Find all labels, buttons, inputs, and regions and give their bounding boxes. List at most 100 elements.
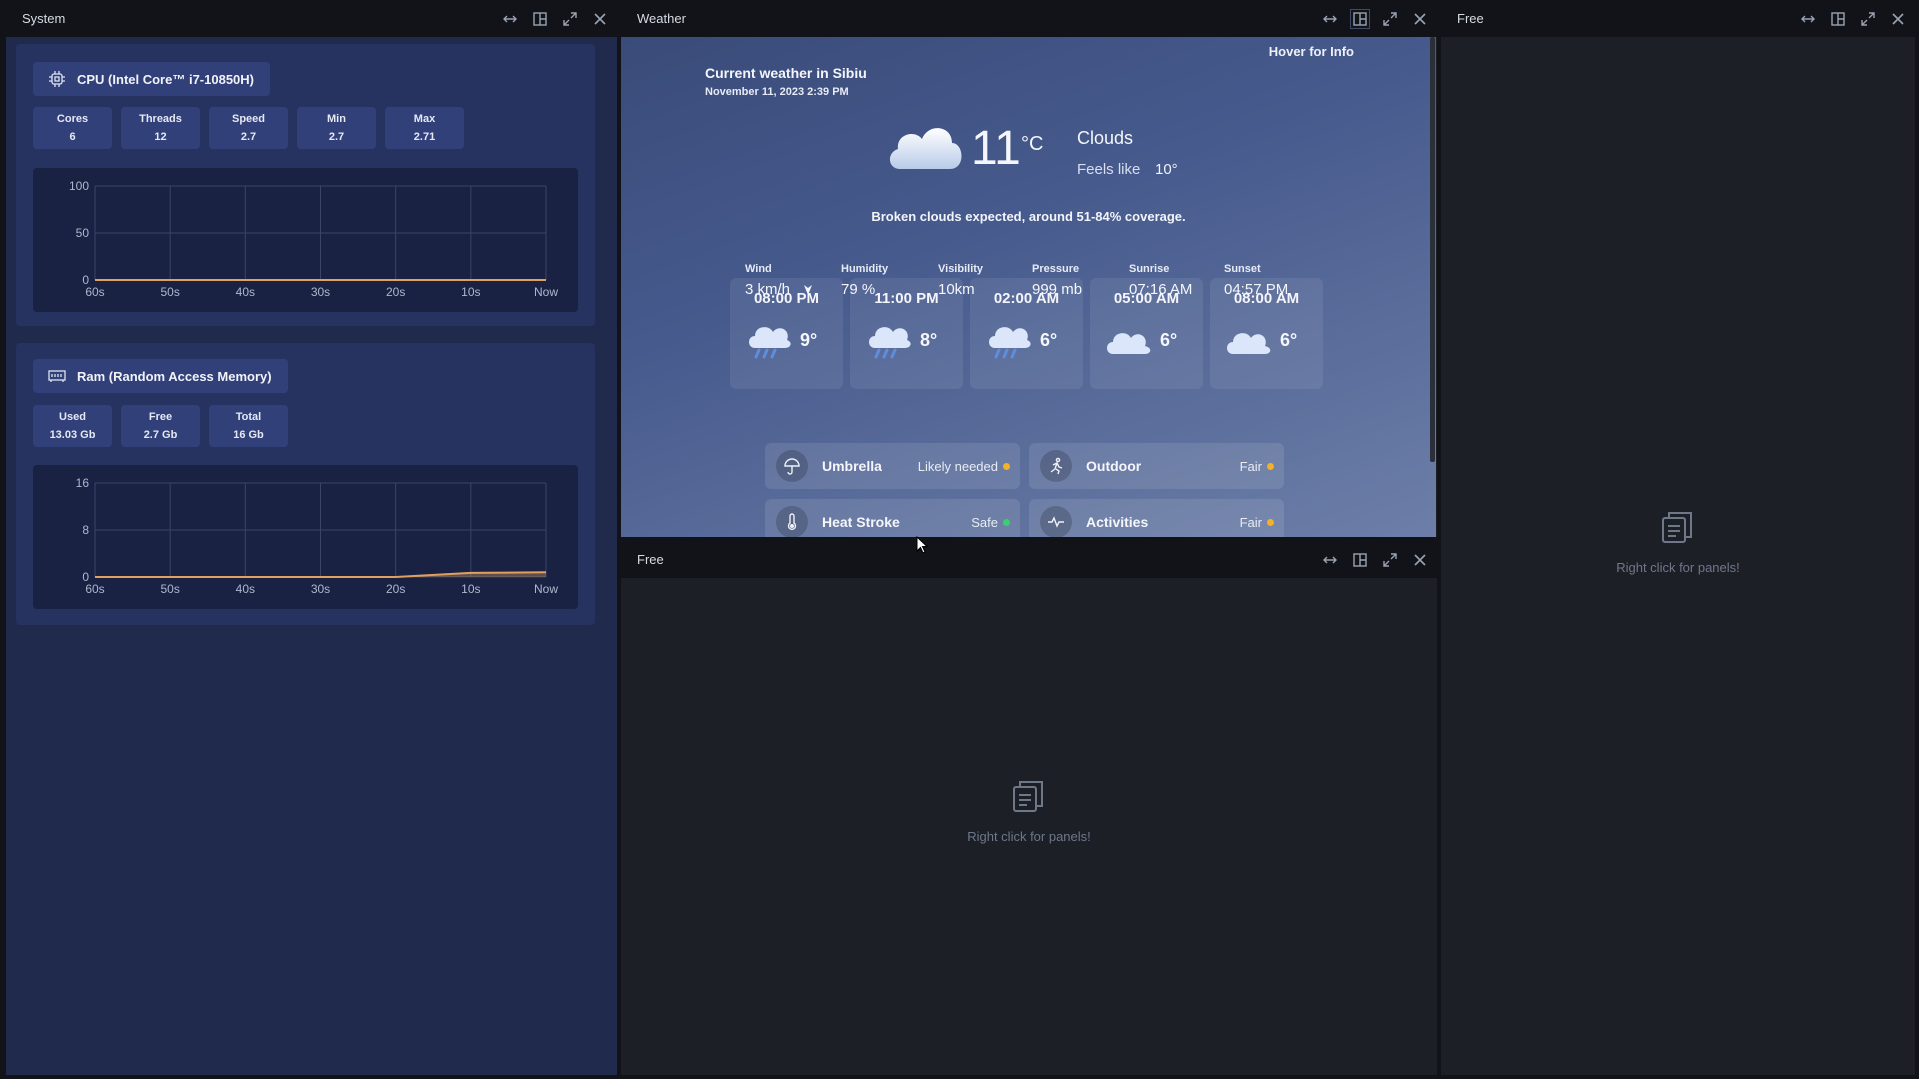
ram-stat-total: Total 16 Gb: [209, 405, 288, 447]
metric-sunrise-label[interactable]: Sunrise: [1129, 263, 1169, 275]
forecast-card: 02:00 AM 6°: [970, 278, 1083, 389]
hover-info-hint[interactable]: Hover for Info: [1269, 44, 1354, 59]
x-tick-label: 30s: [311, 285, 330, 299]
split-panel-icon[interactable]: [1351, 551, 1369, 569]
stat-value: 6: [69, 131, 76, 143]
weather-scrollbar[interactable]: [1430, 37, 1435, 462]
swap-panel-icon[interactable]: [1799, 10, 1817, 28]
swap-panel-icon[interactable]: [1321, 10, 1339, 28]
split-panel-icon[interactable]: [1350, 9, 1370, 29]
x-tick-label: 20s: [386, 582, 405, 596]
system-panel-header: System: [6, 0, 617, 37]
weather-condition: Clouds: [1077, 128, 1134, 148]
temperature-unit: °C: [1021, 133, 1044, 155]
ram-usage-chart: 16 8 0 60s 50s 40s 30s 20s 10s Now: [33, 465, 578, 609]
metric-humidity-label[interactable]: Humidity: [841, 263, 888, 275]
empty-panel-hint: Right click for panels!: [1616, 560, 1740, 575]
metric-sunset-label[interactable]: Sunset: [1224, 263, 1261, 275]
feels-like-label: Feels like: [1077, 161, 1141, 178]
close-icon[interactable]: [1889, 10, 1907, 28]
cloud-icon: [1107, 333, 1151, 354]
forecast-card: 08:00 AM 6°: [1210, 278, 1323, 389]
panel-title: Free: [637, 552, 664, 567]
y-tick-label: 100: [69, 179, 89, 193]
heat-stroke-indicator[interactable]: Heat Stroke Safe: [765, 499, 1020, 537]
swap-panel-icon[interactable]: [501, 10, 519, 28]
close-icon[interactable]: [1411, 551, 1429, 569]
maximize-icon[interactable]: [1381, 551, 1399, 569]
forecast-temp: 6°: [1160, 330, 1178, 350]
outdoor-indicator[interactable]: Outdoor Fair: [1029, 443, 1284, 489]
empty-panel-placeholder: Right click for panels!: [1441, 508, 1915, 575]
split-panel-icon[interactable]: [1829, 10, 1847, 28]
indicator-value: Fair: [1239, 458, 1262, 474]
metric-visibility-label[interactable]: Visibility: [938, 263, 983, 275]
forecast-temp: 6°: [1040, 330, 1058, 350]
stat-label: Free: [148, 411, 173, 423]
x-tick-label: 40s: [236, 285, 255, 299]
umbrella-indicator[interactable]: Umbrella Likely needed: [765, 443, 1020, 489]
close-icon[interactable]: [591, 10, 609, 28]
memory-icon: [48, 370, 66, 382]
forecast-temp: 9°: [800, 330, 818, 350]
thermometer-icon: [787, 513, 797, 531]
stat-value: 12: [154, 131, 167, 143]
stat-value: 16 Gb: [233, 429, 264, 441]
stat-label: Used: [59, 411, 86, 423]
stat-value: 2.7: [240, 131, 257, 143]
maximize-icon[interactable]: [1859, 10, 1877, 28]
forecast-temp: 6°: [1280, 330, 1298, 350]
forecast-time: 02:00 AM: [993, 290, 1060, 307]
swap-panel-icon[interactable]: [1321, 551, 1339, 569]
indicator-label: Activities: [1086, 514, 1149, 530]
x-tick-label: 50s: [160, 285, 179, 299]
forecast-card: 11:00 PM 8°: [850, 278, 963, 389]
status-dot: [1267, 519, 1274, 526]
stat-label: Cores: [56, 113, 89, 125]
ram-card: Ram (Random Access Memory) Used 13.03 Gb …: [16, 343, 595, 625]
empty-panel-placeholder: Right click for panels!: [621, 777, 1437, 844]
status-dot: [1267, 463, 1274, 470]
empty-panel-hint: Right click for panels!: [967, 829, 1091, 844]
stat-value: 13.03 Gb: [49, 429, 96, 441]
indicator-value: Fair: [1239, 514, 1262, 530]
rain-cloud-icon: [869, 327, 911, 359]
forecast-time: 08:00 AM: [1233, 290, 1300, 307]
running-icon: [1050, 457, 1063, 475]
cpu-stat-threads: Threads 12: [121, 107, 200, 149]
metric-pressure-label[interactable]: Pressure: [1032, 263, 1079, 275]
maximize-icon[interactable]: [561, 10, 579, 28]
cpu-icon: [49, 71, 65, 87]
x-tick-label: 10s: [461, 582, 480, 596]
cpu-stat-cores: Cores 6: [33, 107, 112, 149]
x-tick-label: 20s: [386, 285, 405, 299]
panels-icon: [1662, 512, 1692, 543]
forecast-card: 05:00 AM 6°: [1090, 278, 1203, 389]
free-panel-right[interactable]: Free Right click for panels!: [1441, 0, 1915, 1075]
split-panel-icon[interactable]: [531, 10, 549, 28]
close-icon[interactable]: [1411, 10, 1429, 28]
panel-title: Weather: [637, 11, 686, 26]
free-panel-bottom[interactable]: Free Right click for panels!: [621, 541, 1437, 1075]
cpu-card-title: CPU (Intel Core™ i7-10850H): [33, 62, 270, 96]
mouse-cursor-icon: [916, 536, 928, 554]
forecast-card: 08:00 PM 9°: [730, 278, 843, 389]
stat-label: Total: [235, 411, 262, 423]
cpu-card: CPU (Intel Core™ i7-10850H) Cores 6 Threa…: [16, 44, 595, 326]
weather-panel: Weather Hover for Info Current weather i…: [621, 0, 1437, 537]
panel-title: Free: [1457, 11, 1484, 26]
x-tick-label: 10s: [461, 285, 480, 299]
stat-label: Min: [327, 113, 346, 125]
cpu-usage-chart: 100 50 0 60s 50s 40s 30s 20s 10s Now: [33, 168, 578, 312]
metric-wind-label[interactable]: Wind: [745, 263, 772, 275]
weather-summary: Broken clouds expected, around 51-84% co…: [871, 209, 1186, 224]
maximize-icon[interactable]: [1381, 10, 1399, 28]
x-tick-label: Now: [534, 582, 558, 596]
x-tick-label: 30s: [311, 582, 330, 596]
ram-stat-used: Used 13.03 Gb: [33, 405, 112, 447]
activities-indicator[interactable]: Activities Fair: [1029, 499, 1284, 537]
stat-label: Speed: [231, 113, 265, 125]
cpu-stat-max: Max 2.71: [385, 107, 464, 149]
forecast-temp: 8°: [920, 330, 938, 350]
feels-like-value: 10°: [1155, 161, 1178, 178]
